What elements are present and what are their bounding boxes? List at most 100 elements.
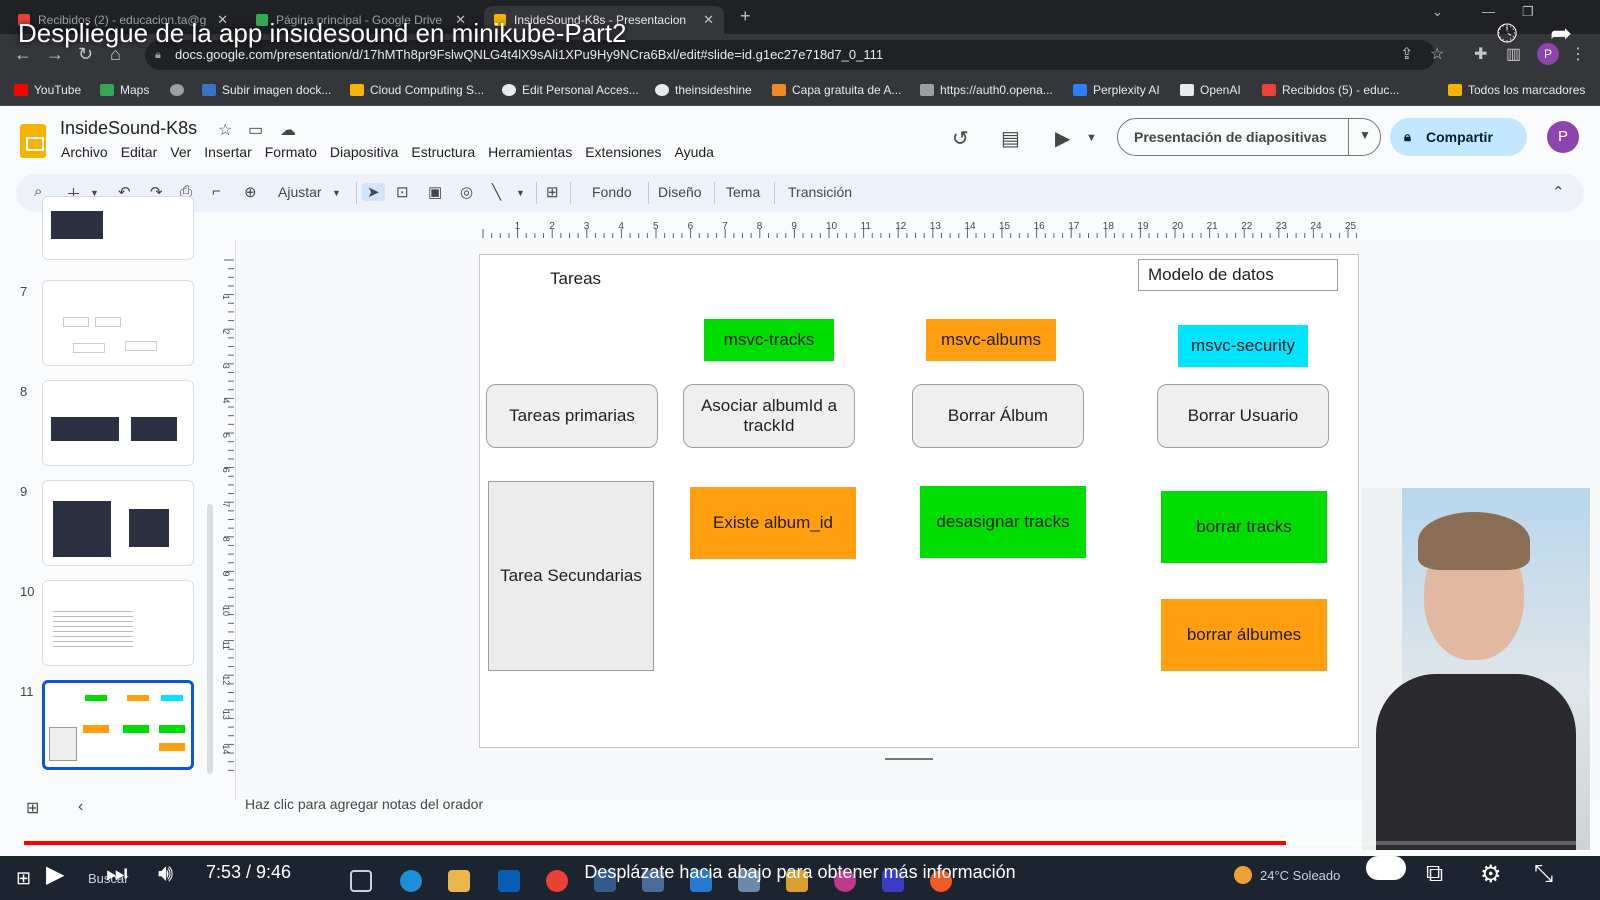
speaker-notes-field[interactable]: Haz clic para agregar notas del orador [245,796,483,812]
exit-fullscreen-icon[interactable]: ⤡ [1534,860,1553,888]
slide-canvas[interactable]: Tareas Modelo de datos msvc-tracks msvc-… [479,254,1359,748]
thumb-graphic [159,725,185,733]
move-folder-icon[interactable]: ▭ [248,120,263,140]
play-icon[interactable]: ▶ [46,860,64,889]
tareas-label[interactable]: Tareas [550,269,601,289]
desasignar-tracks-box[interactable]: desasignar tracks [920,486,1086,558]
watch-later-icon[interactable]: 🕓︎ [1490,18,1524,52]
select-pointer-icon[interactable]: ➤ [362,183,385,201]
extensions-icon[interactable]: ✚ [1474,44,1487,64]
slideshow-button[interactable]: Presentación de diapositivas ▼ [1117,118,1381,156]
menu-formato[interactable]: Formato [265,144,317,164]
comment-add-icon[interactable]: ⊞ [546,183,559,201]
tareas-primarias-box[interactable]: Tareas primarias [486,384,658,448]
background-button[interactable]: Fondo [592,184,632,200]
share-button[interactable]: 🔒︎ Compartir [1390,118,1527,156]
slide-thumbnail-9[interactable] [42,480,194,566]
bookmark-aws[interactable]: Capa gratuita de A... [772,83,901,97]
msvc-security-box[interactable]: msvc-security [1178,325,1308,367]
cloud-status-icon[interactable]: ☁ [280,120,296,140]
menu-extensiones[interactable]: Extensiones [585,144,661,164]
borrar-usuario-box[interactable]: Borrar Usuario [1157,384,1329,448]
menu-archivo[interactable]: Archivo [61,144,108,164]
slide-thumbnail-6[interactable] [42,196,194,260]
menu-diapositiva[interactable]: Diapositiva [330,144,398,164]
zoom-icon[interactable]: ⊕ [244,183,257,201]
share-icon[interactable]: ➦ [1544,18,1578,52]
menu-ver[interactable]: Ver [170,144,191,164]
slide-thumbnail-8[interactable] [42,380,194,466]
close-icon[interactable]: ✕ [703,6,714,34]
shape-icon[interactable]: ◎ [460,183,473,201]
video-title[interactable]: Despliegue de la app insidesound en mini… [18,18,627,49]
borrar-albumes-box[interactable]: borrar álbumes [1161,599,1327,671]
tarea-secundarias-box[interactable]: Tarea Secundarias [488,481,654,671]
subtitles-icon[interactable]: ⧉ [1426,860,1443,888]
filmstrip-scrollbar[interactable] [207,504,213,774]
line-icon[interactable]: ╲ [492,183,501,201]
chevron-down-icon[interactable]: ▼ [1086,132,1097,144]
tab-search-icon[interactable]: ⌄ [1432,4,1443,20]
borrar-tracks-box[interactable]: borrar tracks [1161,491,1327,563]
slides-logo-icon[interactable] [20,124,46,158]
weather-widget[interactable]: 24°C Soleado [1234,866,1340,884]
paint-format-icon[interactable]: ⌐ [212,183,221,200]
bookmark-youtube[interactable]: YouTube [14,83,81,97]
chevron-down-icon[interactable]: ▼ [1359,128,1371,142]
volume-icon[interactable]: 🔊︎ [158,860,173,888]
minimize-icon[interactable]: — [1482,4,1495,19]
chevron-left-icon[interactable]: ‹ [78,798,83,816]
bookmark-maps[interactable]: Maps [100,83,149,97]
bookmark-all[interactable]: Todos los marcadores [1448,83,1585,97]
video-progress-bar[interactable] [24,841,1576,845]
autoplay-toggle[interactable] [1366,856,1406,880]
menu-editar[interactable]: Editar [121,144,158,164]
next-icon[interactable]: ⏭︎ [106,860,128,888]
zoom-select[interactable]: Ajustar [278,184,322,200]
notes-resize-handle[interactable] [885,758,933,760]
bookmark-github-token[interactable]: Edit Personal Acces... [502,83,639,97]
msvc-tracks-box[interactable]: msvc-tracks [704,319,834,361]
star-icon[interactable]: ☆ [218,120,232,140]
slide-thumbnail-10[interactable] [42,580,194,666]
bookmark-openai[interactable]: OpenAI [1180,83,1241,97]
menu-estructura[interactable]: Estructura [411,144,475,164]
menu-herramientas[interactable]: Herramientas [488,144,572,164]
avatar[interactable]: P [1547,121,1579,153]
existe-album-id-box[interactable]: Existe album_id [690,487,856,559]
comments-icon[interactable]: ▤ [1001,126,1020,151]
version-history-icon[interactable]: ↺ [952,126,969,151]
bookmark-globe[interactable] [170,83,190,97]
menu-ayuda[interactable]: Ayuda [674,144,713,164]
bookmark-theinsideshine[interactable]: theinsideshine [655,83,752,97]
asociar-box[interactable]: Asociar albumId a trackId [683,384,855,448]
bookmark-cloud[interactable]: Cloud Computing S... [350,83,484,97]
msvc-albums-box[interactable]: msvc-albums [926,319,1056,361]
slide-thumbnail-7[interactable] [42,280,194,366]
theme-button[interactable]: Tema [726,184,760,200]
bookmark-star-icon[interactable]: ☆ [1430,44,1444,64]
chevron-down-icon[interactable]: ▼ [516,188,525,198]
bookmark-perplexity[interactable]: Perplexity AI [1073,83,1160,97]
transition-button[interactable]: Transición [788,184,852,200]
collapse-toolbar-icon[interactable]: ⌃ [1552,183,1565,201]
bookmark-auth0[interactable]: https://auth0.opena... [920,83,1053,97]
modelo-de-datos-box[interactable]: Modelo de datos [1138,259,1338,291]
share-page-icon[interactable]: ⇪ [1400,44,1413,64]
bookmark-gmail[interactable]: Recibidos (5) - educ... [1262,83,1399,97]
menu-insertar[interactable]: Insertar [204,144,251,164]
page-icon [920,84,934,96]
grid-view-icon[interactable]: ⊞ [26,798,39,818]
borrar-album-box[interactable]: Borrar Álbum [912,384,1084,448]
image-icon[interactable]: ▣ [428,183,442,201]
bookmark-subir-imagen[interactable]: Subir imagen dock... [202,83,331,97]
meet-icon[interactable]: ▶ [1055,126,1070,151]
search-icon[interactable]: ⌕ [34,183,42,200]
text-box-icon[interactable]: ⊡ [396,183,409,201]
chevron-down-icon[interactable]: ▼ [332,188,341,198]
document-title[interactable]: InsideSound-K8s [60,118,197,139]
layout-button[interactable]: Diseño [658,184,702,200]
settings-icon[interactable]: ⚙ [1480,860,1502,889]
new-tab-button[interactable]: + [740,6,751,27]
slide-thumbnail-11[interactable] [42,680,194,770]
